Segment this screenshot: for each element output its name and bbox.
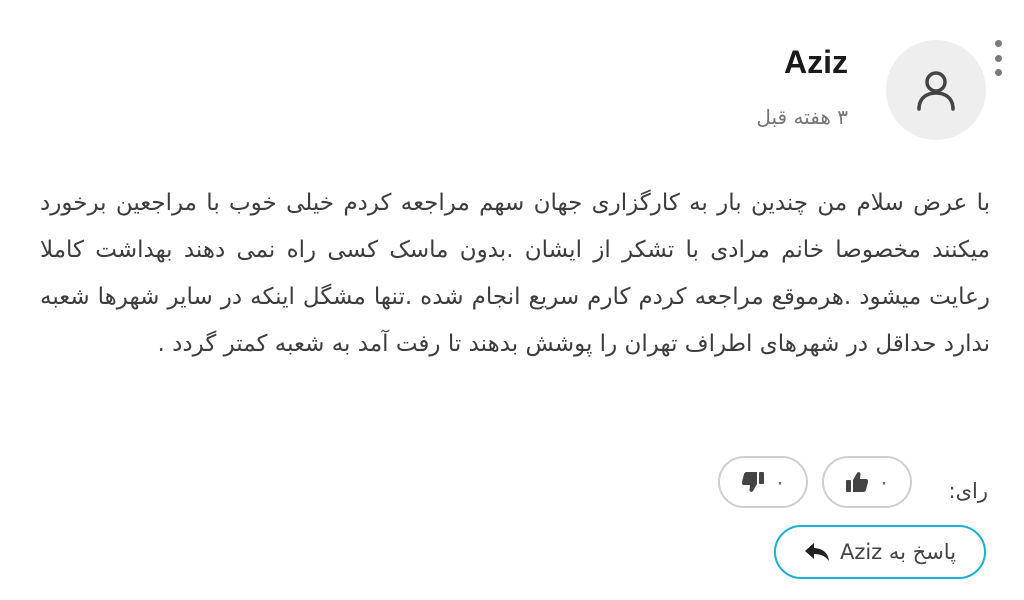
- more-vertical-icon-dot: [994, 69, 1002, 76]
- vote-label: رای:: [948, 479, 989, 503]
- reply-button[interactable]: پاسخ به Aziz: [774, 525, 986, 579]
- comment-timestamp: ۳ هفته قبل: [756, 105, 848, 129]
- more-vertical-icon-dot: [994, 54, 1002, 62]
- more-options-button[interactable]: [988, 38, 1008, 78]
- upvote-count: ۰: [878, 470, 890, 494]
- downvote-button[interactable]: ۰: [718, 456, 808, 508]
- avatar: [886, 40, 986, 140]
- comment-body: با عرض سلام من چندین بار به کارگزاری جها…: [40, 190, 990, 357]
- reply-arrow-icon: [804, 543, 829, 561]
- user-icon: [917, 71, 955, 111]
- reply-button-label: پاسخ به Aziz: [839, 540, 957, 564]
- downvote-count: ۰: [774, 470, 786, 494]
- thumbs-up-icon: [845, 472, 868, 492]
- upvote-button[interactable]: ۰: [822, 456, 912, 508]
- author-name[interactable]: Aziz: [784, 40, 848, 84]
- more-vertical-icon: [994, 40, 1002, 47]
- thumbs-down-icon: [741, 472, 764, 492]
